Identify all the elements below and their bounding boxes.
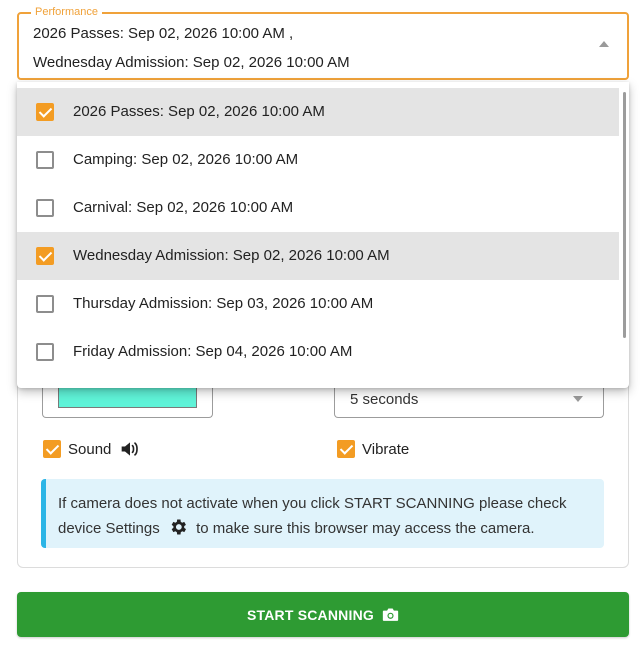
option-label: Wednesday Admission: Sep 02, 2026 10:00 …: [73, 247, 390, 264]
performance-option[interactable]: Carnival: Sep 02, 2026 10:00 AM: [17, 184, 619, 232]
option-checkbox[interactable]: [36, 295, 54, 313]
performance-selected-value-2: Wednesday Admission: Sep 02, 2026 10:00 …: [33, 54, 350, 71]
option-label: Thursday Admission: Sep 03, 2026 10:00 A…: [73, 295, 374, 312]
sound-label: Sound: [68, 440, 112, 458]
option-label: 2026 Passes: Sep 02, 2026 10:00 AM: [73, 103, 325, 120]
option-checkbox[interactable]: [36, 151, 54, 169]
performance-dropdown-menu: 2026 Passes: Sep 02, 2026 10:00 AM Campi…: [17, 82, 629, 388]
performance-label: Performance: [31, 5, 102, 19]
speaker-icon: [122, 442, 139, 456]
option-label: Friday Admission: Sep 04, 2026 10:00 AM: [73, 343, 353, 360]
gear-icon: [171, 519, 186, 535]
performance-selected-value-1: 2026 Passes: Sep 02, 2026 10:00 AM ,: [33, 25, 294, 42]
option-label: Camping: Sep 02, 2026 10:00 AM: [73, 151, 299, 168]
sound-option[interactable]: Sound: [43, 440, 140, 458]
option-checkbox[interactable]: [36, 247, 54, 265]
sound-checkbox[interactable]: [43, 440, 61, 458]
performance-select[interactable]: Performance 2026 Passes: Sep 02, 2026 10…: [17, 5, 629, 80]
vibrate-checkbox[interactable]: [337, 440, 355, 458]
camera-info-alert: If camera does not activate when you cli…: [41, 479, 604, 548]
info-text-after: to make sure this browser may access the…: [196, 520, 535, 537]
performance-option[interactable]: Camping: Sep 02, 2026 10:00 AM: [17, 136, 619, 184]
vibrate-option[interactable]: Vibrate: [337, 440, 409, 458]
chevron-up-icon[interactable]: [599, 41, 609, 47]
start-scanning-button[interactable]: START SCANNING: [17, 592, 629, 637]
performance-option[interactable]: Wednesday Admission: Sep 02, 2026 10:00 …: [17, 232, 619, 280]
performance-option[interactable]: 2026 Passes: Sep 02, 2026 10:00 AM: [17, 88, 619, 136]
option-checkbox[interactable]: [36, 103, 54, 121]
delay-select-value: 5 seconds: [350, 391, 419, 408]
performance-option[interactable]: Thursday Admission: Sep 03, 2026 10:00 A…: [17, 280, 619, 328]
performance-option[interactable]: Friday Admission: Sep 04, 2026 10:00 AM: [17, 328, 619, 376]
option-checkbox[interactable]: [36, 199, 54, 217]
dropdown-scrollbar[interactable]: [623, 92, 626, 338]
option-checkbox[interactable]: [36, 343, 54, 361]
vibrate-label: Vibrate: [362, 440, 410, 458]
start-scanning-label: START SCANNING: [247, 606, 374, 623]
camera-icon: [382, 608, 399, 621]
chevron-down-icon: [573, 396, 583, 402]
option-label: Carnival: Sep 02, 2026 10:00 AM: [73, 199, 294, 216]
